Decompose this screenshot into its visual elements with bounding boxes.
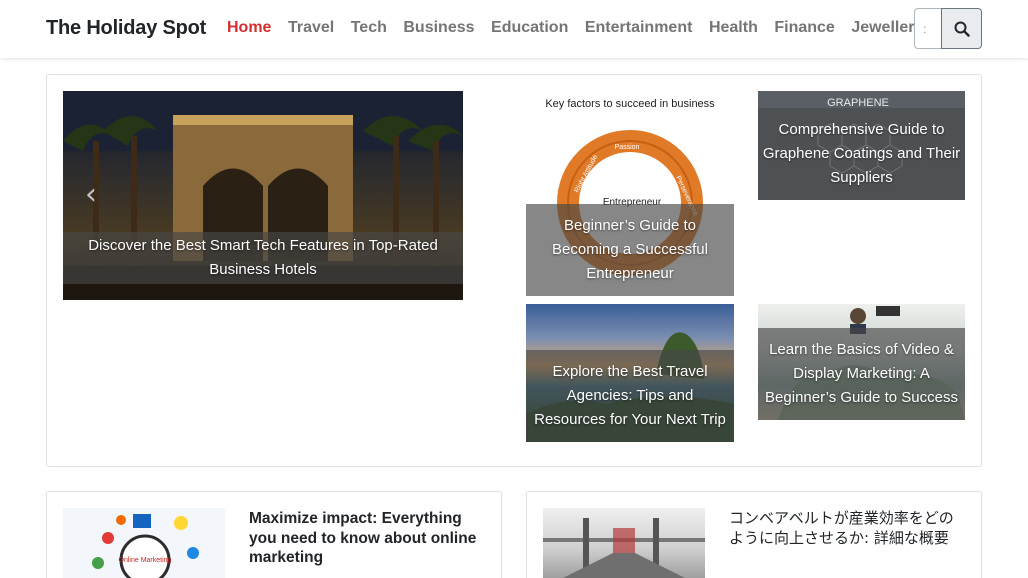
travel-caption[interactable]: Explore the Best Travel Agencies: Tips a… [526, 350, 734, 442]
nav-education[interactable]: Education [491, 19, 568, 37]
search-button[interactable] [941, 8, 982, 49]
search-icon [954, 21, 970, 37]
site-header: The Holiday Spot Home Travel Tech Busine… [0, 0, 1028, 58]
hero-caption[interactable]: Discover the Best Smart Tech Features in… [63, 232, 463, 284]
carousel-prev-arrow[interactable]: ‹ [85, 177, 97, 212]
nav-finance[interactable]: Finance [774, 19, 834, 37]
nav-tech[interactable]: Tech [351, 19, 387, 37]
online-marketing-image-label: Online Marketing [119, 557, 172, 564]
nav-entertainment[interactable]: Entertainment [585, 19, 693, 37]
diagram-heading: Key factors to succeed in business [545, 98, 715, 110]
search-input[interactable] [914, 8, 944, 49]
conveyor-belt-image [543, 518, 705, 578]
featured-card-graphene[interactable]: GRAPHENE Comprehensive Guide to Graphene… [758, 91, 965, 200]
featured-card-video-marketing[interactable]: Learn the Basics of Video & Display Mark… [758, 304, 965, 420]
main-nav: Home Travel Tech Business Education Ente… [227, 19, 940, 37]
post-title-conveyor-belt[interactable]: コンベアベルトが産業効率をどのように向上させるか: 詳細な概要 [729, 509, 965, 548]
nav-travel[interactable]: Travel [288, 19, 334, 37]
post-title-online-marketing[interactable]: Maximize impact: Everything you need to … [249, 509, 485, 568]
graphene-caption[interactable]: Comprehensive Guide to Graphene Coatings… [758, 108, 965, 200]
nav-jewellery[interactable]: Jewellery [851, 19, 923, 37]
video-marketing-caption[interactable]: Learn the Basics of Video & Display Mark… [758, 328, 965, 420]
site-logo[interactable]: The Holiday Spot [46, 17, 206, 40]
conveyor-belt-thumbnail[interactable] [543, 508, 705, 578]
featured-card-travel[interactable]: Explore the Best Travel Agencies: Tips a… [526, 304, 734, 442]
featured-card-entrepreneur[interactable]: Key factors to succeed in business Passi… [526, 91, 734, 296]
diagram-top-label: Passion [615, 144, 640, 151]
hero-slide[interactable]: ‹ Discover the Best Smart Tech Features … [63, 91, 463, 300]
nav-business[interactable]: Business [403, 19, 474, 37]
nav-home[interactable]: Home [227, 19, 271, 37]
online-marketing-thumbnail[interactable]: Online Marketing [63, 508, 225, 578]
online-marketing-image: Online Marketing [63, 508, 225, 578]
entrepreneur-caption[interactable]: Beginner’s Guide to Becoming a Successfu… [526, 204, 734, 296]
nav-health[interactable]: Health [709, 19, 758, 37]
